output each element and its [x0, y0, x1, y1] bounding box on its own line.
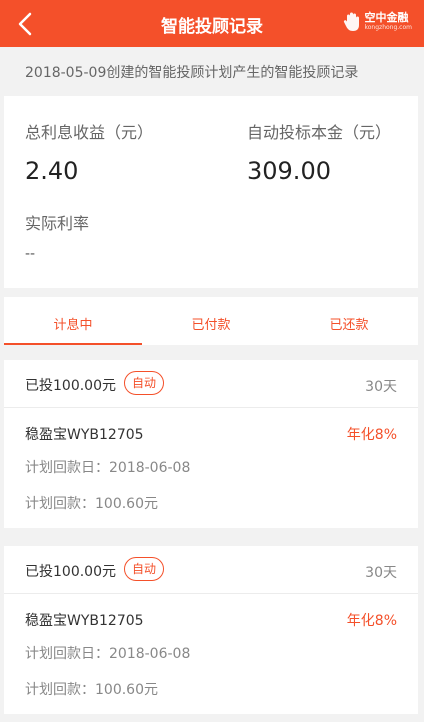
invested-amount: 已投100.00元 — [25, 378, 116, 394]
principal-value: 309.00 — [247, 157, 331, 185]
term-days: 30天 — [365, 379, 397, 395]
planned-return-date: 计划回款日：2018-06-08 — [25, 460, 191, 476]
rate-label: 实际利率 — [25, 214, 90, 233]
app-header: 智能投顾记录 空中金融 kongzhong.com — [0, 0, 424, 47]
status-tabs: 计息中 已付款 已还款 — [4, 297, 418, 345]
auto-badge: 自动 — [124, 371, 164, 395]
tab-accruing[interactable]: 计息中 — [4, 297, 142, 345]
invested-amount: 已投100.00元 — [25, 564, 116, 580]
annual-rate: 年化8% — [346, 613, 397, 629]
summary-panel: 总利息收益（元） 2.40 自动投标本金（元） 309.00 实际利率 -- — [4, 96, 418, 288]
record-header: 已投100.00元 自动 30天 — [4, 546, 418, 594]
planned-return-date: 计划回款日：2018-06-08 — [25, 646, 191, 662]
product-name: 稳盈宝WYB12705 — [25, 427, 144, 443]
brand-name: 空中金融 — [364, 11, 409, 24]
principal-label: 自动投标本金（元） — [247, 123, 392, 142]
planned-return-amount: 计划回款：100.60元 — [25, 682, 158, 698]
annual-rate: 年化8% — [346, 427, 397, 443]
record-card[interactable]: 已投100.00元 自动 30天 稳盈宝WYB12705 年化8% 计划回款日：… — [4, 360, 418, 528]
brand-logo: 空中金融 kongzhong.com — [343, 11, 413, 33]
product-name: 稳盈宝WYB12705 — [25, 613, 144, 629]
term-days: 30天 — [365, 565, 397, 581]
tab-paid[interactable]: 已付款 — [142, 297, 280, 345]
tab-repaid[interactable]: 已还款 — [280, 297, 418, 345]
planned-return-amount: 计划回款：100.60元 — [25, 496, 158, 512]
auto-badge: 自动 — [124, 557, 164, 581]
brand-url: kongzhong.com — [364, 24, 413, 31]
hand-logo-icon — [343, 12, 359, 31]
interest-value: 2.40 — [25, 157, 79, 185]
interest-label: 总利息收益（元） — [25, 123, 154, 142]
rate-value: -- — [25, 246, 36, 262]
plan-note: 2018-05-09创建的智能投顾计划产生的智能投顾记录 — [0, 47, 424, 96]
record-header: 已投100.00元 自动 30天 — [4, 360, 418, 408]
record-card[interactable]: 已投100.00元 自动 30天 稳盈宝WYB12705 年化8% 计划回款日：… — [4, 546, 418, 714]
